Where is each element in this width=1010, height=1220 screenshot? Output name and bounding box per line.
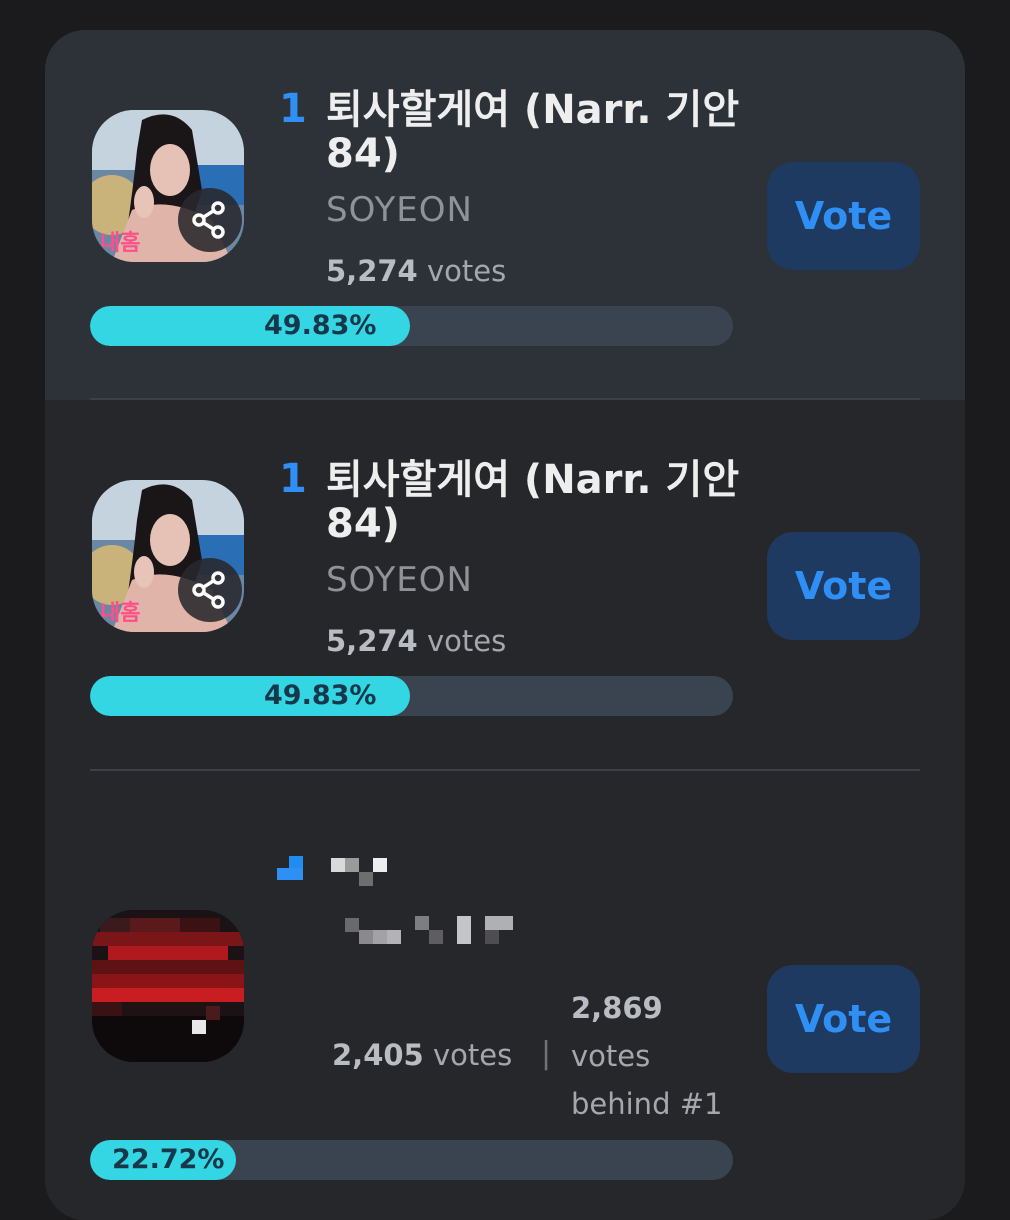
vote-count-number: 2,405 bbox=[332, 1038, 424, 1072]
share-icon bbox=[192, 201, 225, 239]
song-title: 퇴사할게여 (Narr. 기안84) bbox=[326, 457, 740, 547]
progress-bar: 22.72% bbox=[90, 1140, 733, 1180]
album-cover-pixelated[interactable] bbox=[92, 910, 244, 1062]
vote-count-number: 5,274 bbox=[326, 624, 418, 658]
vote-count-suffix: votes bbox=[426, 254, 507, 288]
svg-text:내홈: 내홈 bbox=[100, 231, 140, 256]
artist-name: SOYEON bbox=[326, 560, 473, 600]
votes-behind-text-2: behind #1 bbox=[571, 1087, 723, 1121]
vote-count: 5,274 votes bbox=[326, 254, 506, 288]
share-button[interactable] bbox=[178, 188, 242, 252]
vote-button[interactable]: Vote bbox=[767, 965, 920, 1073]
entry-row-1: 내홈 1 퇴사할게여 (Narr. 기안84) SOYEON 5,274 vot… bbox=[45, 30, 965, 400]
album-cover[interactable]: 내홈 bbox=[92, 110, 244, 262]
rank-number: 1 bbox=[279, 86, 307, 132]
votes-behind-number: 2,869 bbox=[571, 991, 663, 1025]
vote-count: 5,274 votes bbox=[326, 624, 506, 658]
vote-count: 2,405 votes bbox=[332, 1038, 512, 1072]
entry-row-2: 내홈 1 퇴사할게여 (Narr. 기안84) SOYEON 5,274 vot… bbox=[45, 400, 965, 770]
song-title: 퇴사할게여 (Narr. 기안84) bbox=[326, 87, 740, 177]
percent-label: 22.72% bbox=[112, 1144, 225, 1175]
album-cover[interactable]: 내홈 bbox=[92, 480, 244, 632]
vote-separator: | bbox=[541, 1036, 552, 1071]
rank-number: 1 bbox=[279, 456, 307, 502]
percent-label: 49.83% bbox=[264, 310, 377, 341]
percent-label: 49.83% bbox=[264, 680, 377, 711]
entry-row-3: 2,405 votes | 2,869 votes behind #1 Vote… bbox=[45, 770, 965, 1220]
votes-behind-text-1: votes bbox=[571, 1039, 651, 1073]
vote-count-suffix: votes bbox=[426, 624, 507, 658]
progress-bar: 49.83% bbox=[90, 676, 733, 716]
vote-card: 내홈 1 퇴사할게여 (Narr. 기안84) SOYEON 5,274 vot… bbox=[45, 30, 965, 1220]
artist-name: SOYEON bbox=[326, 190, 473, 230]
votes-behind: 2,869 votes behind #1 bbox=[571, 984, 741, 1128]
progress-bar: 49.83% bbox=[90, 306, 733, 346]
share-icon bbox=[192, 571, 225, 609]
svg-text:내홈: 내홈 bbox=[100, 601, 140, 626]
vote-count-suffix: votes bbox=[432, 1038, 513, 1072]
vote-count-number: 5,274 bbox=[326, 254, 418, 288]
share-button[interactable] bbox=[178, 558, 242, 622]
vote-button[interactable]: Vote bbox=[767, 532, 920, 640]
vote-button[interactable]: Vote bbox=[767, 162, 920, 270]
